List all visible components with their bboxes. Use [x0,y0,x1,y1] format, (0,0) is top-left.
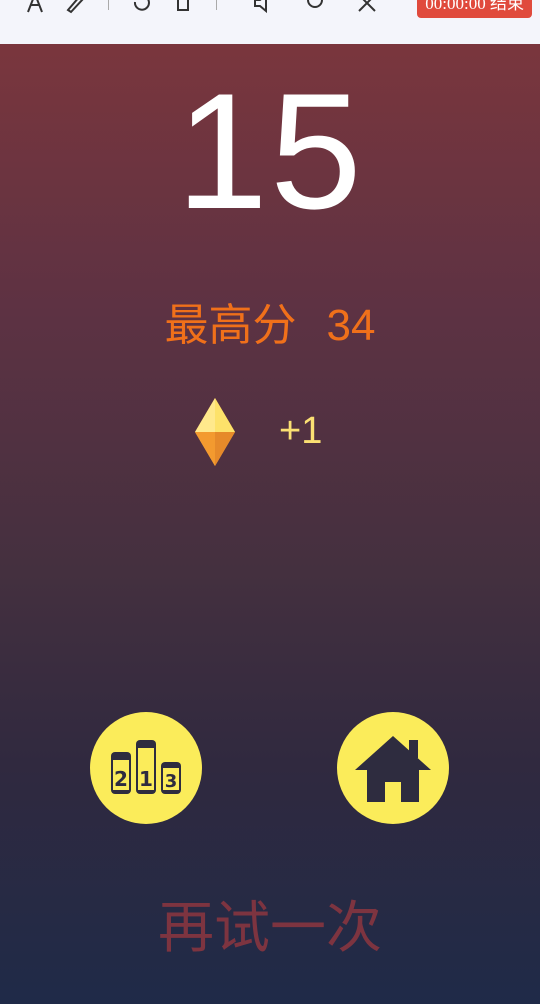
pen-icon[interactable] [62,0,88,14]
toolbar-divider [108,0,109,10]
gem-reward-row: +1 [193,396,353,468]
recording-toolbar: 00:00:00 结束 [0,0,540,44]
podium-digit: 3 [165,771,178,792]
trash-icon[interactable] [170,0,196,14]
podium-digit: 1 [139,767,153,791]
home-icon [355,736,431,802]
leaderboard-button[interactable]: 2 1 3 [90,712,202,824]
gem-reward-amount: +1 [279,410,323,452]
best-score-label: 最高分 [164,301,297,350]
mic-icon[interactable] [302,0,328,14]
podium-digit: 2 [114,767,128,791]
toolbar-divider [216,0,217,10]
speaker-icon[interactable] [250,0,276,14]
best-score-row: 最高分 34 [0,296,540,356]
stop-recording-button[interactable]: 00:00:00 结束 [417,0,532,18]
undo-icon[interactable] [128,0,154,14]
text-icon[interactable] [22,0,48,14]
game-over-screen: 15 最高分 34 +1 2 1 3 再试一次 [0,44,540,1004]
best-score-value: 34 [326,301,376,350]
close-icon[interactable] [354,0,380,14]
retry-button[interactable]: 再试一次 [0,896,540,960]
gem-icon [195,398,235,466]
podium-icon: 2 1 3 [111,740,181,794]
current-score: 15 [176,59,364,243]
home-button[interactable] [337,712,449,824]
